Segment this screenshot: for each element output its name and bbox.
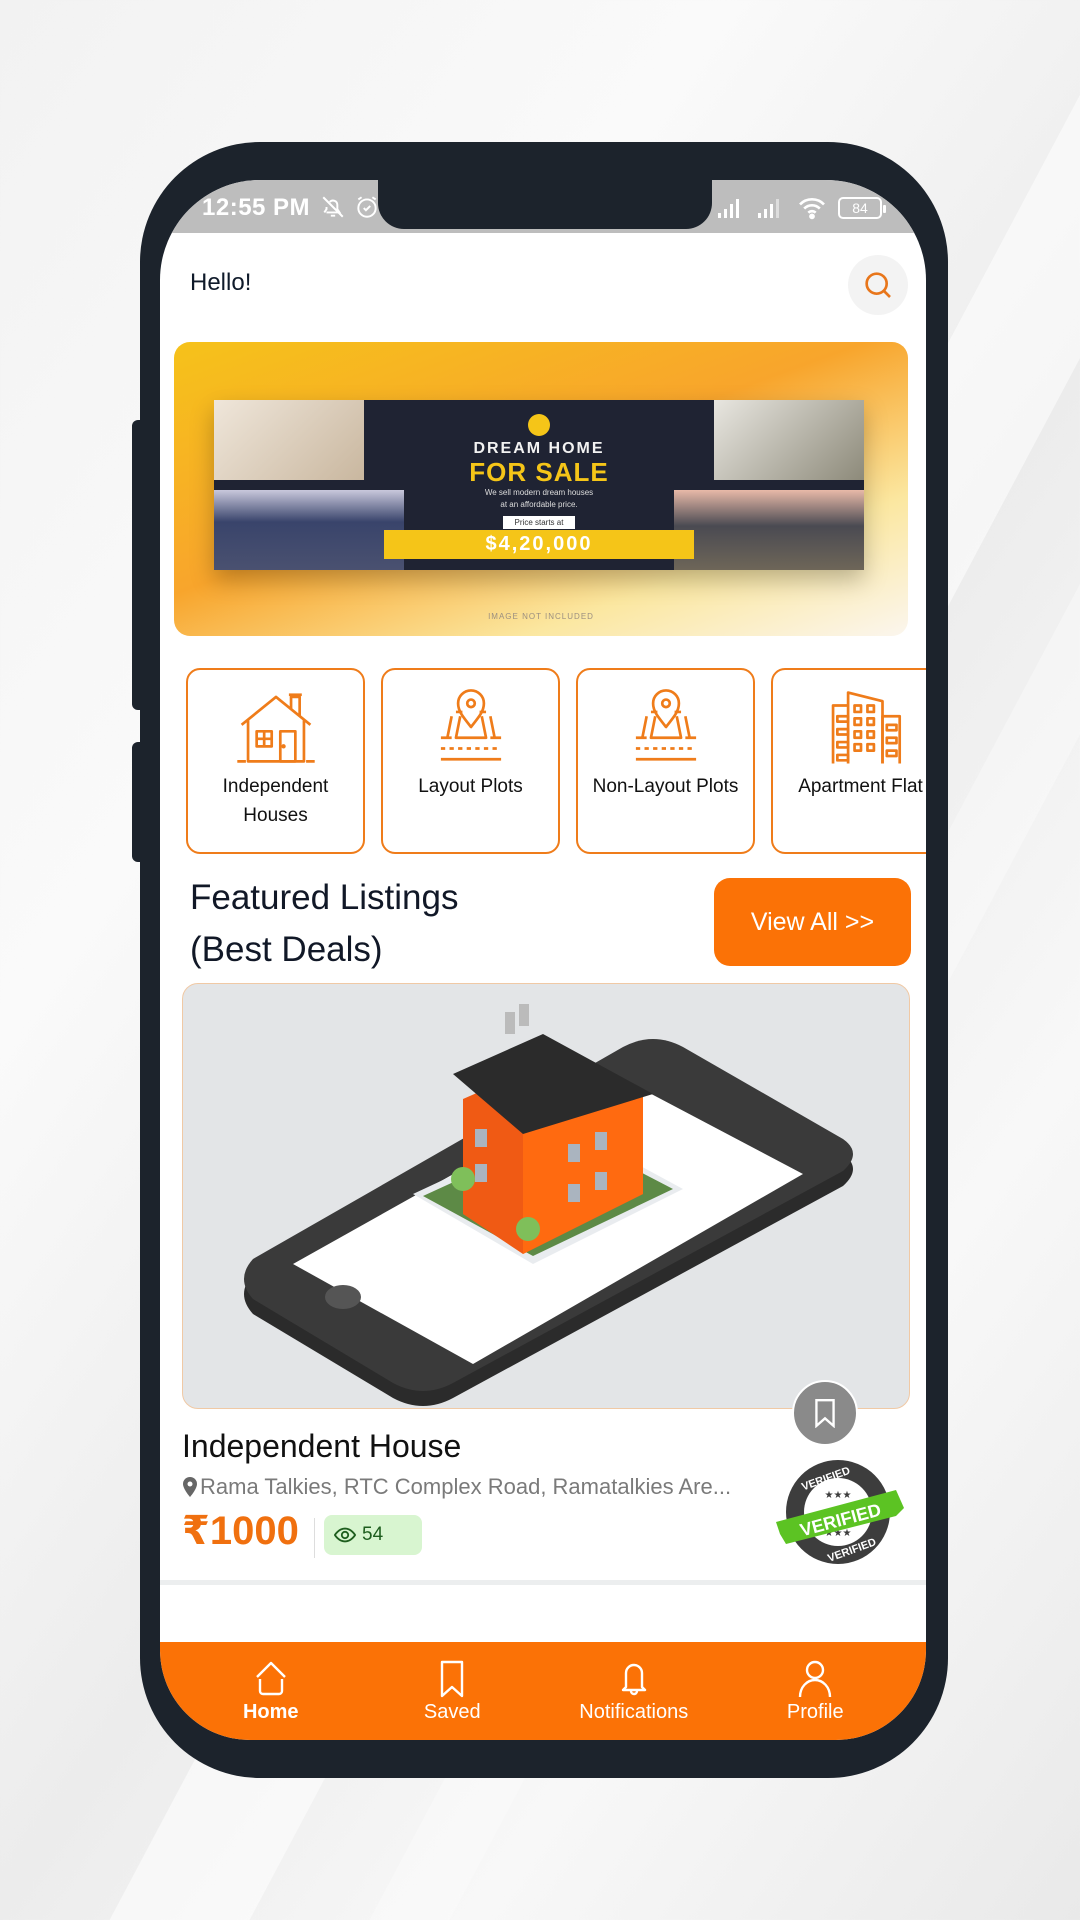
house-icon <box>236 693 315 763</box>
views-badge: 54 <box>324 1515 422 1555</box>
app-header: Hello! <box>160 233 926 333</box>
phone-frame: 12:55 PM 84 Hello! DREAM HOME FOR SALE W… <box>132 142 948 1778</box>
banner-logo-icon <box>528 414 550 436</box>
location-pin-icon <box>183 1477 197 1497</box>
promo-banner[interactable]: DREAM HOME FOR SALE We sell modern dream… <box>174 342 908 636</box>
category-label: Layout Plots <box>418 776 523 797</box>
banner-price: $4,20,000 <box>384 530 694 559</box>
nav-label: Notifications <box>579 1700 689 1723</box>
featured-title-line1: Featured Listings <box>190 878 459 917</box>
listing-image[interactable] <box>182 983 910 1409</box>
nav-label: Home <box>242 1700 299 1723</box>
verified-badge-icon: VERIFIED VERIFIED ★★★ ★★★ VERIFIED <box>776 1460 904 1565</box>
featured-title-line2: (Best Deals) <box>190 930 383 969</box>
category-label: Non-Layout Plots <box>592 776 739 797</box>
banner-price-label: Price starts at <box>502 516 576 529</box>
signal-icon <box>758 199 779 218</box>
banner-footnote: IMAGE NOT INCLUDED <box>488 612 594 621</box>
banner-subtitle-line1: We sell modern dream houses <box>484 488 594 497</box>
view-all-button[interactable]: View All >> <box>714 878 911 966</box>
category-non-layout-plots[interactable]: Non-Layout Plots <box>576 668 755 854</box>
nav-profile[interactable]: Profile <box>735 1659 895 1724</box>
category-label: Independent Houses <box>222 776 329 826</box>
listing-address-text: Rama Talkies, RTC Complex Road, Ramatalk… <box>200 1474 732 1499</box>
greeting-text: Hello! <box>190 269 252 296</box>
section-divider <box>160 1580 926 1585</box>
views-count: 54 <box>362 1524 384 1545</box>
home-icon <box>255 1661 286 1695</box>
banner-photo-bedroom <box>214 400 364 480</box>
category-list: Independent Houses Layout Plots Non-Layo… <box>186 668 926 854</box>
banner-artwork: DREAM HOME FOR SALE We sell modern dream… <box>214 400 864 570</box>
banner-title-line2: FOR SALE <box>469 457 609 487</box>
search-icon <box>865 272 891 298</box>
signal-icon <box>718 199 739 218</box>
listing-address: Rama Talkies, RTC Complex Road, Ramatalk… <box>182 1474 731 1500</box>
banner-photo-livingroom <box>714 400 864 480</box>
nav-home[interactable]: Home <box>191 1659 351 1724</box>
nav-label: Saved <box>423 1700 481 1723</box>
category-label: Apartment Flat <box>798 776 923 797</box>
listing-price: ₹1000 <box>182 1509 299 1553</box>
nav-notifications[interactable]: Notifications <box>554 1659 714 1724</box>
user-icon <box>799 1660 832 1697</box>
svg-text:★★★: ★★★ <box>825 1490 852 1501</box>
nav-saved[interactable]: Saved <box>372 1659 532 1724</box>
category-apartment-flat[interactable]: Apartment Flat <box>771 668 926 854</box>
status-time: 12:55 PM <box>202 194 311 221</box>
status-bar: 12:55 PM 84 <box>160 180 926 233</box>
plot-location-icon <box>635 689 696 761</box>
banner-text: DREAM HOME FOR SALE We sell modern dream… <box>364 400 714 570</box>
price-divider <box>314 1518 315 1558</box>
search-button[interactable] <box>848 255 908 315</box>
bookmark-icon <box>815 1398 835 1428</box>
category-layout-plots[interactable]: Layout Plots <box>381 668 560 854</box>
volume-up-button <box>132 420 144 710</box>
banner-title-line1: DREAM HOME <box>473 440 605 457</box>
featured-listings-heading: Featured Listings (Best Deals) <box>190 872 458 976</box>
banner-subtitle-line2: at an affordable price. <box>500 500 578 509</box>
building-icon <box>831 691 901 764</box>
camera-notch <box>378 180 712 229</box>
listing-title[interactable]: Independent House <box>182 1428 461 1465</box>
bell-icon <box>621 1663 646 1695</box>
eye-icon <box>334 1527 356 1543</box>
bottom-navigation: Home Saved Notifications Profile <box>160 1642 926 1740</box>
bookmark-icon <box>441 1660 464 1697</box>
category-independent-houses[interactable]: Independent Houses <box>186 668 365 854</box>
plot-location-icon <box>440 689 501 761</box>
app-screen: 12:55 PM 84 Hello! DREAM HOME FOR SALE W… <box>160 180 926 1740</box>
alarm-icon <box>357 196 377 218</box>
save-listing-button[interactable] <box>792 1380 858 1446</box>
wifi-icon <box>799 198 825 220</box>
battery-icon: 84 <box>838 197 886 219</box>
bell-off-icon <box>322 196 344 218</box>
nav-label: Profile <box>786 1700 844 1723</box>
house-on-phone-illustration <box>244 1004 853 1406</box>
volume-down-button <box>132 742 144 862</box>
